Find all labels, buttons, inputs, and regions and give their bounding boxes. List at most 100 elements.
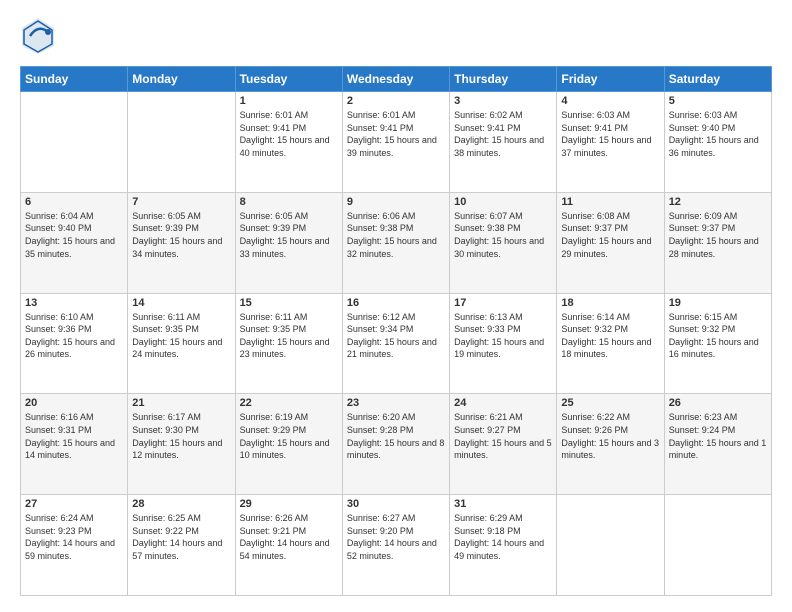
- day-number: 25: [561, 397, 659, 409]
- calendar-cell: 25Sunrise: 6:22 AM Sunset: 9:26 PM Dayli…: [557, 394, 664, 495]
- calendar-cell: 24 Sunrise: 6:21 AM Sunset: 9:27 PM Dayli…: [450, 394, 557, 495]
- calendar-cell: 26 Sunrise: 6:23 AM Sunset: 9:24 PM Dayli…: [664, 394, 771, 495]
- day-info: Sunrise: 6:11 AM Sunset: 9:35 PM Dayligh…: [132, 311, 230, 361]
- day-info: Sunrise: 6:29 AM Sunset: 9:18 PM Dayligh…: [454, 512, 552, 562]
- calendar-cell: 14Sunrise: 6:11 AM Sunset: 9:35 PM Dayli…: [128, 293, 235, 394]
- logo: [20, 16, 60, 56]
- calendar-cell: 3 Sunrise: 6:02 AM Sunset: 9:41 PM Daylig…: [450, 92, 557, 193]
- day-info: Sunrise: 6:27 AM Sunset: 9:20 PM Dayligh…: [347, 512, 445, 562]
- calendar-cell: 13 Sunrise: 6:10 AM Sunset: 9:36 PM Dayli…: [21, 293, 128, 394]
- weekday-header-friday: Friday: [557, 67, 664, 92]
- calendar-cell: [128, 92, 235, 193]
- calendar-cell: 27 Sunrise: 6:24 AM Sunset: 9:23 PM Dayli…: [21, 495, 128, 596]
- day-info: Sunrise: 6:05 AM Sunset: 9:39 PM Dayligh…: [132, 210, 230, 260]
- day-number: 11: [561, 196, 659, 208]
- day-number: 16: [347, 297, 445, 309]
- day-info: Sunrise: 6:25 AM Sunset: 9:22 PM Dayligh…: [132, 512, 230, 562]
- day-info: Sunrise: 6:15 AM Sunset: 9:32 PM Dayligh…: [669, 311, 767, 361]
- calendar-cell: [21, 92, 128, 193]
- day-info: Sunrise: 6:02 AM Sunset: 9:41 PM Dayligh…: [454, 109, 552, 159]
- weekday-header-sunday: Sunday: [21, 67, 128, 92]
- week-row-1: 1 Sunrise: 6:01 AM Sunset: 9:41 PM Daylig…: [21, 92, 772, 193]
- calendar-cell: 5 Sunrise: 6:03 AM Sunset: 9:40 PM Daylig…: [664, 92, 771, 193]
- calendar-cell: 10 Sunrise: 6:07 AM Sunset: 9:38 PM Dayli…: [450, 192, 557, 293]
- calendar-table: SundayMondayTuesdayWednesdayThursdayFrid…: [20, 66, 772, 596]
- day-number: 15: [240, 297, 338, 309]
- day-number: 21: [132, 397, 230, 409]
- day-number: 7: [132, 196, 230, 208]
- day-number: 22: [240, 397, 338, 409]
- day-info: Sunrise: 6:23 AM Sunset: 9:24 PM Dayligh…: [669, 411, 767, 461]
- calendar-cell: 28 Sunrise: 6:25 AM Sunset: 9:22 PM Dayli…: [128, 495, 235, 596]
- calendar-cell: 1Sunrise: 6:01 AM Sunset: 9:41 PM Daylig…: [235, 92, 342, 193]
- calendar-cell: [664, 495, 771, 596]
- calendar-cell: 30Sunrise: 6:27 AM Sunset: 9:20 PM Dayli…: [342, 495, 449, 596]
- day-number: 24: [454, 397, 552, 409]
- day-number: 20: [25, 397, 123, 409]
- logo-icon: [20, 16, 56, 56]
- day-number: 3: [454, 95, 552, 107]
- day-info: Sunrise: 6:07 AM Sunset: 9:38 PM Dayligh…: [454, 210, 552, 260]
- calendar-cell: 29Sunrise: 6:26 AM Sunset: 9:21 PM Dayli…: [235, 495, 342, 596]
- day-number: 10: [454, 196, 552, 208]
- calendar-cell: 8 Sunrise: 6:05 AM Sunset: 9:39 PM Daylig…: [235, 192, 342, 293]
- calendar-cell: 18Sunrise: 6:14 AM Sunset: 9:32 PM Dayli…: [557, 293, 664, 394]
- day-info: Sunrise: 6:24 AM Sunset: 9:23 PM Dayligh…: [25, 512, 123, 562]
- weekday-header-saturday: Saturday: [664, 67, 771, 92]
- calendar-cell: 20 Sunrise: 6:16 AM Sunset: 9:31 PM Dayli…: [21, 394, 128, 495]
- calendar-cell: 16 Sunrise: 6:12 AM Sunset: 9:34 PM Dayli…: [342, 293, 449, 394]
- weekday-header-thursday: Thursday: [450, 67, 557, 92]
- day-number: 28: [132, 498, 230, 510]
- day-number: 8: [240, 196, 338, 208]
- day-number: 19: [669, 297, 767, 309]
- calendar-cell: 19 Sunrise: 6:15 AM Sunset: 9:32 PM Dayli…: [664, 293, 771, 394]
- day-number: 26: [669, 397, 767, 409]
- calendar-cell: 17 Sunrise: 6:13 AM Sunset: 9:33 PM Dayli…: [450, 293, 557, 394]
- day-number: 29: [240, 498, 338, 510]
- day-info: Sunrise: 6:09 AM Sunset: 9:37 PM Dayligh…: [669, 210, 767, 260]
- day-info: Sunrise: 6:08 AM Sunset: 9:37 PM Dayligh…: [561, 210, 659, 260]
- day-info: Sunrise: 6:01 AM Sunset: 9:41 PM Dayligh…: [347, 109, 445, 159]
- day-info: Sunrise: 6:04 AM Sunset: 9:40 PM Dayligh…: [25, 210, 123, 260]
- day-info: Sunrise: 6:11 AM Sunset: 9:35 PM Dayligh…: [240, 311, 338, 361]
- calendar-cell: 2Sunrise: 6:01 AM Sunset: 9:41 PM Daylig…: [342, 92, 449, 193]
- header: [20, 16, 772, 56]
- calendar-cell: 15 Sunrise: 6:11 AM Sunset: 9:35 PM Dayli…: [235, 293, 342, 394]
- calendar-cell: 4Sunrise: 6:03 AM Sunset: 9:41 PM Daylig…: [557, 92, 664, 193]
- page: SundayMondayTuesdayWednesdayThursdayFrid…: [0, 0, 792, 612]
- weekday-header-tuesday: Tuesday: [235, 67, 342, 92]
- day-number: 31: [454, 498, 552, 510]
- day-info: Sunrise: 6:16 AM Sunset: 9:31 PM Dayligh…: [25, 411, 123, 461]
- calendar-cell: 12 Sunrise: 6:09 AM Sunset: 9:37 PM Dayli…: [664, 192, 771, 293]
- calendar-cell: 23Sunrise: 6:20 AM Sunset: 9:28 PM Dayli…: [342, 394, 449, 495]
- day-info: Sunrise: 6:17 AM Sunset: 9:30 PM Dayligh…: [132, 411, 230, 461]
- day-number: 13: [25, 297, 123, 309]
- calendar-cell: 7 Sunrise: 6:05 AM Sunset: 9:39 PM Daylig…: [128, 192, 235, 293]
- day-number: 27: [25, 498, 123, 510]
- weekday-header-wednesday: Wednesday: [342, 67, 449, 92]
- day-info: Sunrise: 6:13 AM Sunset: 9:33 PM Dayligh…: [454, 311, 552, 361]
- day-info: Sunrise: 6:19 AM Sunset: 9:29 PM Dayligh…: [240, 411, 338, 461]
- day-info: Sunrise: 6:06 AM Sunset: 9:38 PM Dayligh…: [347, 210, 445, 260]
- day-number: 4: [561, 95, 659, 107]
- calendar-cell: [557, 495, 664, 596]
- day-number: 5: [669, 95, 767, 107]
- day-number: 12: [669, 196, 767, 208]
- day-info: Sunrise: 6:12 AM Sunset: 9:34 PM Dayligh…: [347, 311, 445, 361]
- calendar-cell: 9Sunrise: 6:06 AM Sunset: 9:38 PM Daylig…: [342, 192, 449, 293]
- day-info: Sunrise: 6:21 AM Sunset: 9:27 PM Dayligh…: [454, 411, 552, 461]
- day-info: Sunrise: 6:20 AM Sunset: 9:28 PM Dayligh…: [347, 411, 445, 461]
- day-number: 17: [454, 297, 552, 309]
- day-info: Sunrise: 6:03 AM Sunset: 9:40 PM Dayligh…: [669, 109, 767, 159]
- week-row-5: 27 Sunrise: 6:24 AM Sunset: 9:23 PM Dayli…: [21, 495, 772, 596]
- week-row-3: 13 Sunrise: 6:10 AM Sunset: 9:36 PM Dayli…: [21, 293, 772, 394]
- calendar-cell: 22 Sunrise: 6:19 AM Sunset: 9:29 PM Dayli…: [235, 394, 342, 495]
- calendar-cell: 6Sunrise: 6:04 AM Sunset: 9:40 PM Daylig…: [21, 192, 128, 293]
- weekday-header-row: SundayMondayTuesdayWednesdayThursdayFrid…: [21, 67, 772, 92]
- calendar-cell: 11 Sunrise: 6:08 AM Sunset: 9:37 PM Dayli…: [557, 192, 664, 293]
- week-row-4: 20 Sunrise: 6:16 AM Sunset: 9:31 PM Dayli…: [21, 394, 772, 495]
- day-info: Sunrise: 6:10 AM Sunset: 9:36 PM Dayligh…: [25, 311, 123, 361]
- day-number: 1: [240, 95, 338, 107]
- weekday-header-monday: Monday: [128, 67, 235, 92]
- day-info: Sunrise: 6:05 AM Sunset: 9:39 PM Dayligh…: [240, 210, 338, 260]
